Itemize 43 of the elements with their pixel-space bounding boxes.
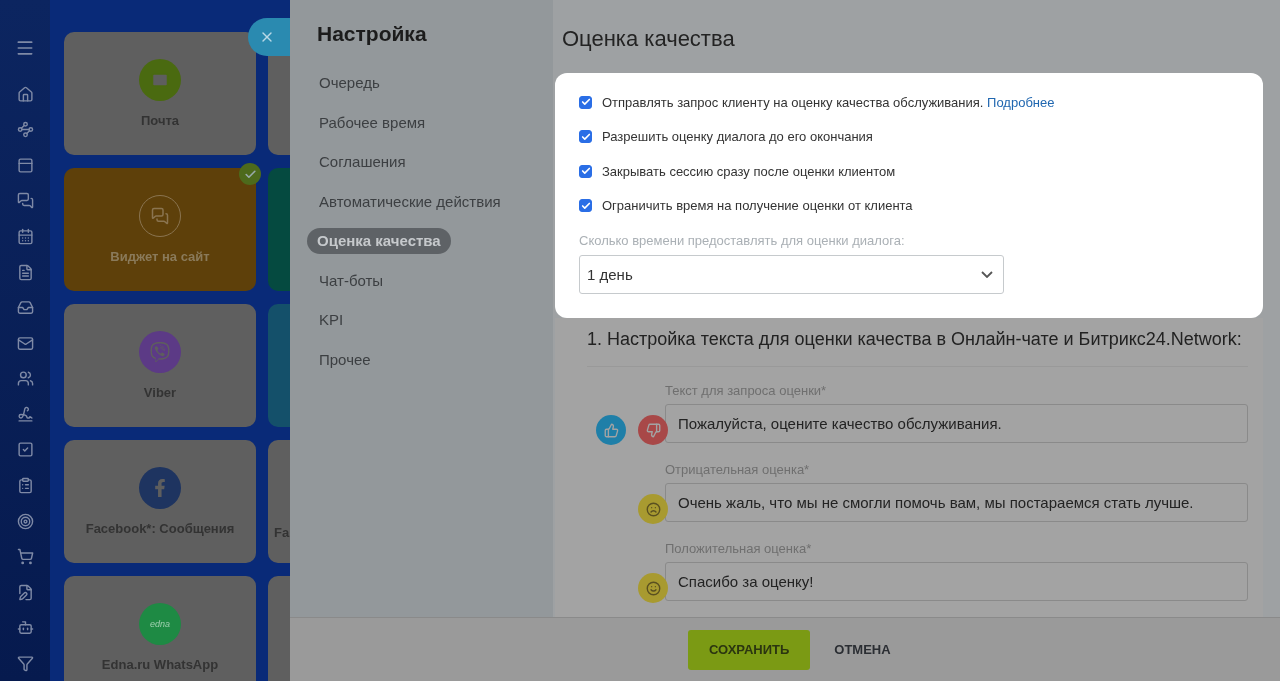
settings-menu-item[interactable]: Рабочее время xyxy=(307,109,438,136)
smiley-face-icon xyxy=(638,573,668,603)
settings-menu-item[interactable]: Автоматические действия xyxy=(307,188,513,215)
page-title: Оценка качества xyxy=(562,26,736,52)
section-heading: 1. Настройка текста для оценки качества в Онлайн-чате и Битрикс24.Network: xyxy=(587,328,1248,367)
input-field[interactable]: Спасибо за оценку! xyxy=(665,562,1248,601)
settings-menu-item[interactable]: Чат-боты xyxy=(307,267,396,294)
more-link[interactable]: Подробнее xyxy=(987,94,1055,110)
option-label: Ограничить время на получение оценки от клиента xyxy=(602,198,913,213)
option-label: Закрывать сессию сразу после оценки клиентом xyxy=(602,163,896,179)
logo-text: edna xyxy=(150,619,170,629)
checkbox[interactable] xyxy=(579,164,592,178)
phone-bubble-icon xyxy=(150,342,170,362)
option-label: Отправлять запрос клиенту на оценку качества обслуживания. Подробнее xyxy=(602,94,1055,110)
sad-face-icon xyxy=(638,494,668,524)
duration-label: Сколько времени предоставлять для оценки диалога: xyxy=(579,233,906,248)
settings-menu-item[interactable]: Прочее xyxy=(307,346,383,373)
channel-tile[interactable] xyxy=(268,304,290,427)
tile-label: Виджет на сайт xyxy=(110,249,210,264)
channel-tile[interactable] xyxy=(268,56,290,155)
checkbox[interactable] xyxy=(579,130,592,143)
thumbs-up-icon xyxy=(596,415,626,445)
checkbox[interactable] xyxy=(579,199,592,212)
save-button[interactable]: СОХРАНИТЬ xyxy=(688,629,811,670)
close-button[interactable] xyxy=(248,18,290,56)
chat-icon xyxy=(151,207,169,225)
duration-select[interactable]: 1 день xyxy=(579,255,1004,294)
cancel-button[interactable]: ОТМЕНА xyxy=(828,641,897,658)
input-field[interactable]: Пожалуйста, оцените качество обслуживания. xyxy=(665,404,1248,443)
input-field[interactable]: Очень жаль, что мы не смогли помочь вам, мы постараемся стать лучше. xyxy=(665,483,1248,522)
channel-tile[interactable]: Виджет на сайт xyxy=(64,168,256,291)
settings-menu-item[interactable]: Очередь xyxy=(307,70,392,96)
checkbox[interactable] xyxy=(579,95,592,109)
settings-title: Настройка xyxy=(317,22,428,46)
settings-menu-item[interactable]: Оценка качества xyxy=(307,228,451,254)
settings-menu-item[interactable]: KPI xyxy=(307,307,356,333)
settings-menu-item[interactable]: Соглашения xyxy=(307,149,418,175)
chevron-down-icon xyxy=(981,271,993,278)
check-icon xyxy=(239,163,261,185)
channel-tile[interactable] xyxy=(268,576,290,681)
channel-tile[interactable] xyxy=(268,168,290,291)
thumbs-down-icon xyxy=(638,415,668,445)
option-label: Разрешить оценку диалога до его окончания xyxy=(602,129,873,144)
